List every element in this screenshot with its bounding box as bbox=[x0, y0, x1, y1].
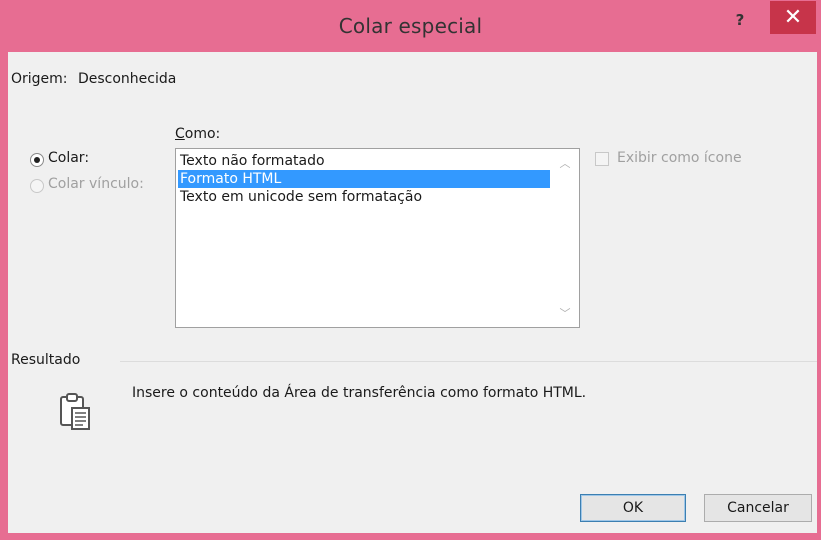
list-item[interactable]: Texto em unicode sem formatação bbox=[178, 188, 550, 206]
cancel-button[interactable]: Cancelar bbox=[704, 494, 812, 522]
display-as-icon-label[interactable]: Exibir como ícone bbox=[617, 150, 742, 166]
source-row: Origem: Desconhecida bbox=[11, 71, 176, 87]
result-heading: Resultado bbox=[11, 352, 81, 368]
help-icon[interactable]: ? bbox=[728, 8, 752, 32]
display-as-icon-checkbox[interactable] bbox=[595, 152, 609, 166]
paste-link-radio-label[interactable]: Colar vínculo: bbox=[48, 176, 144, 192]
close-icon[interactable]: ✕ bbox=[770, 1, 816, 34]
source-value: Desconhecida bbox=[77, 71, 177, 87]
dialog-body: Origem: Desconhecida Como: Colar: Colar … bbox=[8, 52, 817, 533]
list-item[interactable]: Texto não formatado bbox=[178, 152, 550, 170]
result-description: Insere o conteúdo da Área de transferênc… bbox=[132, 385, 587, 401]
title-bar: Colar especial ? ✕ bbox=[0, 0, 821, 52]
source-label: Origem: bbox=[11, 71, 68, 87]
clipboard-icon bbox=[58, 392, 94, 434]
paste-radio[interactable] bbox=[30, 153, 44, 167]
format-listbox[interactable]: Texto não formatado Formato HTML Texto e… bbox=[175, 148, 580, 328]
scroll-down-icon[interactable]: ﹀ bbox=[558, 307, 572, 321]
window-title: Colar especial bbox=[338, 14, 483, 38]
paste-link-radio[interactable] bbox=[30, 179, 44, 193]
paste-radio-label[interactable]: Colar: bbox=[48, 150, 89, 166]
result-divider bbox=[120, 361, 817, 362]
list-item[interactable]: Formato HTML bbox=[178, 170, 550, 188]
format-list-label-text: omo: bbox=[184, 126, 221, 142]
ok-button[interactable]: OK bbox=[580, 494, 686, 522]
format-list-label: Como: bbox=[175, 126, 221, 142]
scroll-up-icon[interactable]: ︿ bbox=[558, 157, 572, 171]
